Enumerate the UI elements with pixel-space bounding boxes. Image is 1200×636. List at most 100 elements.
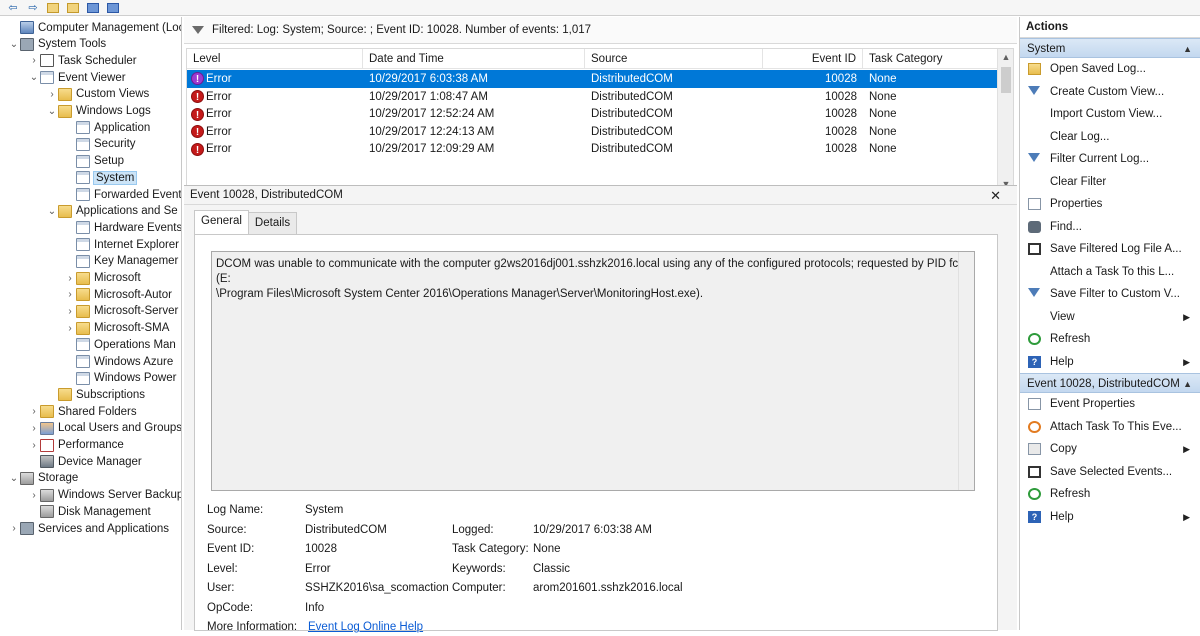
action-item[interactable]: Filter Current Log...: [1020, 148, 1200, 171]
tree-item[interactable]: ⌄ Event Viewer: [28, 69, 126, 86]
action-item[interactable]: Open Saved Log...: [1020, 58, 1200, 81]
event-message-box[interactable]: DCOM was unable to communicate with the …: [211, 251, 975, 491]
action-item[interactable]: Save Selected Events...: [1020, 461, 1200, 484]
tree-item[interactable]: › Services and Applications: [8, 520, 169, 537]
action-item[interactable]: Attach a Task To this L...: [1020, 261, 1200, 284]
expand-right-icon[interactable]: ›: [28, 423, 40, 434]
action-pane-icon[interactable]: [106, 2, 120, 14]
tree-item[interactable]: › Microsoft-SMA: [64, 320, 169, 337]
tree-item[interactable]: ⌄ System Tools: [8, 36, 106, 53]
column-header-level[interactable]: Level: [187, 49, 363, 69]
tree-item[interactable]: › Windows Server Backup: [28, 487, 181, 504]
action-item[interactable]: Refresh: [1020, 328, 1200, 351]
action-item[interactable]: View ▶: [1020, 306, 1200, 329]
scroll-up-icon[interactable]: ▲: [998, 49, 1013, 65]
expand-right-icon[interactable]: ›: [46, 89, 58, 100]
tree-item[interactable]: › Task Scheduler: [28, 52, 137, 69]
tree-item[interactable]: › Microsoft-Autor: [64, 286, 172, 303]
action-item[interactable]: ? Help ▶: [1020, 506, 1200, 529]
expand-right-icon[interactable]: ›: [8, 523, 20, 534]
column-header-event-id[interactable]: Event ID: [763, 49, 863, 69]
expand-right-icon[interactable]: ›: [64, 273, 76, 284]
table-row[interactable]: ! Error 10/29/2017 12:09:29 AM DistributedC…: [187, 140, 999, 158]
tree-item[interactable]: Internet Explorer: [64, 236, 179, 253]
tree-item[interactable]: › Local Users and Groups: [28, 420, 181, 437]
tree-item[interactable]: Windows Azure: [64, 353, 173, 370]
scroll-thumb[interactable]: [1001, 67, 1011, 93]
action-item[interactable]: Attach Task To This Eve...: [1020, 416, 1200, 439]
tree-item[interactable]: Security: [64, 136, 136, 153]
table-row[interactable]: ! Error 10/29/2017 1:08:47 AM DistributedCO…: [187, 88, 999, 106]
table-row[interactable]: ! Error 10/29/2017 6:03:38 AM DistributedCO…: [187, 70, 999, 88]
actions-section-system[interactable]: System ▲: [1020, 38, 1200, 58]
show-hide-tree-icon[interactable]: [66, 2, 80, 14]
tree-item[interactable]: Forwarded Event: [64, 186, 181, 203]
tree-item[interactable]: Disk Management: [28, 503, 151, 520]
tree-item[interactable]: Device Manager: [28, 453, 142, 470]
expand-right-icon[interactable]: ›: [64, 289, 76, 300]
table-row[interactable]: ! Error 10/29/2017 12:52:24 AM DistributedC…: [187, 105, 999, 123]
expand-down-icon[interactable]: ⌄: [28, 72, 40, 83]
column-header-task-category[interactable]: Task Category: [863, 49, 999, 69]
tree-item[interactable]: ⌄ Windows Logs: [46, 103, 151, 120]
expand-down-icon[interactable]: ⌄: [8, 39, 20, 50]
action-item[interactable]: Properties: [1020, 193, 1200, 216]
tree-item[interactable]: ⌄ Applications and Se: [46, 203, 178, 220]
up-folder-icon[interactable]: [46, 2, 60, 14]
expand-right-icon[interactable]: ›: [28, 490, 40, 501]
action-item[interactable]: Save Filtered Log File A...: [1020, 238, 1200, 261]
column-header-source[interactable]: Source: [585, 49, 763, 69]
events-scrollbar[interactable]: ▲ ▼: [997, 49, 1013, 192]
tree-item[interactable]: Operations Man: [64, 336, 176, 353]
tree-item[interactable]: › Microsoft: [64, 270, 141, 287]
forward-arrow-icon[interactable]: ⇨: [26, 2, 40, 14]
action-item[interactable]: Import Custom View...: [1020, 103, 1200, 126]
expand-right-icon[interactable]: ›: [28, 55, 40, 66]
action-item[interactable]: Find...: [1020, 216, 1200, 239]
action-item[interactable]: Refresh: [1020, 483, 1200, 506]
tree-item[interactable]: › Shared Folders: [28, 403, 137, 420]
collapse-up-icon[interactable]: ▲: [1183, 374, 1192, 394]
expand-down-icon[interactable]: ⌄: [46, 206, 58, 217]
expand-right-icon[interactable]: ›: [64, 323, 76, 334]
expand-down-icon[interactable]: ⌄: [46, 106, 58, 117]
tree-item[interactable]: Subscriptions: [46, 386, 145, 403]
tree-item[interactable]: Setup: [64, 153, 124, 170]
actions-section-event[interactable]: Event 10028, DistributedCOM ▲: [1020, 373, 1200, 393]
action-item[interactable]: Copy ▶: [1020, 438, 1200, 461]
action-item[interactable]: Clear Filter: [1020, 171, 1200, 194]
event-log-online-help-link[interactable]: Event Log Online Help: [308, 618, 423, 636]
general-tab-body: DCOM was unable to communicate with the …: [194, 234, 998, 633]
tree-item[interactable]: Windows Power: [64, 370, 176, 387]
tree-item[interactable]: System: [64, 169, 138, 186]
table-row[interactable]: ! Error 10/29/2017 12:24:13 AM DistributedC…: [187, 123, 999, 141]
expand-right-icon[interactable]: ›: [28, 406, 40, 417]
expand-down-icon[interactable]: ⌄: [8, 473, 20, 484]
action-item[interactable]: Create Custom View...: [1020, 81, 1200, 104]
tree-item[interactable]: › Microsoft-Server: [64, 303, 178, 320]
tree-item[interactable]: Hardware Events: [64, 219, 181, 236]
tree-item[interactable]: Application: [64, 119, 150, 136]
tree-item[interactable]: ⌄ Storage: [8, 470, 78, 487]
message-scrollbar[interactable]: [958, 252, 974, 490]
tree-item[interactable]: › Performance: [28, 437, 124, 454]
column-header-datetime[interactable]: Date and Time: [363, 49, 585, 69]
tree-item[interactable]: › Custom Views: [46, 86, 149, 103]
tree-item-label: Windows Logs: [76, 105, 151, 117]
tree-item[interactable]: Key Managemer: [64, 253, 178, 270]
back-arrow-icon[interactable]: ⇦: [6, 2, 20, 14]
close-icon[interactable]: ✕: [990, 188, 1001, 204]
expand-right-icon[interactable]: ›: [28, 440, 40, 451]
action-item[interactable]: Event Properties: [1020, 393, 1200, 416]
action-item-label: Attach a Task To this L...: [1050, 265, 1175, 278]
action-item[interactable]: Clear Log...: [1020, 126, 1200, 149]
help-toolbar-icon[interactable]: [86, 2, 100, 14]
tab-general[interactable]: General: [194, 210, 249, 234]
action-item[interactable]: Save Filter to Custom V...: [1020, 283, 1200, 306]
tree-item[interactable]: Computer Management (Local: [8, 19, 181, 36]
tab-details[interactable]: Details: [247, 212, 298, 234]
action-item[interactable]: ? Help ▶: [1020, 351, 1200, 374]
level-label: Level:: [207, 562, 238, 575]
collapse-up-icon[interactable]: ▲: [1183, 39, 1192, 59]
expand-right-icon[interactable]: ›: [64, 306, 76, 317]
